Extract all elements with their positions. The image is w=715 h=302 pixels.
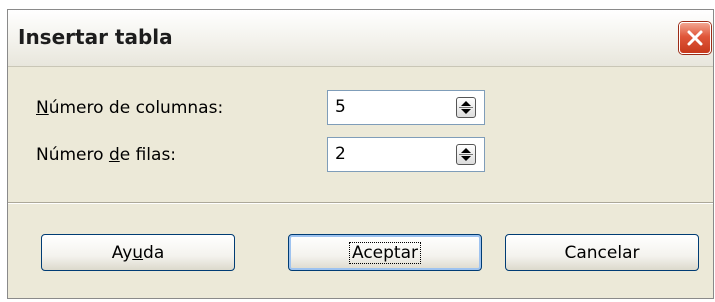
help-label-accel: u (132, 242, 144, 263)
close-button[interactable] (679, 22, 711, 54)
spin-arrows-icon (459, 148, 473, 161)
help-label-post: da (143, 242, 165, 263)
columns-label-accel: N (36, 98, 49, 118)
columns-label: Número de columnas: (36, 98, 223, 118)
help-button-label: Ayuda (112, 243, 165, 263)
rows-label-accel: d (108, 145, 120, 165)
rows-value[interactable]: 2 (335, 144, 346, 164)
columns-spin-buttons[interactable] (456, 97, 476, 118)
ok-button-label: Aceptar (349, 241, 421, 264)
ok-button[interactable]: Aceptar (288, 234, 482, 271)
separator (8, 202, 713, 204)
cancel-button-label: Cancelar (564, 242, 640, 263)
columns-label-post: úmero de columnas: (48, 98, 224, 118)
rows-spin-buttons[interactable] (456, 144, 476, 165)
insert-table-dialog: Insertar tabla Número de columnas: 5 Núm… (7, 9, 714, 299)
rows-label-post: e filas: (119, 145, 177, 165)
columns-spinner[interactable]: 5 (327, 90, 485, 125)
spin-arrows-icon (459, 101, 473, 114)
help-button[interactable]: Ayuda (41, 234, 235, 271)
rows-label-pre: Número (36, 145, 109, 165)
help-label-pre: Ay (111, 242, 133, 263)
title-bar[interactable]: Insertar tabla (8, 10, 713, 67)
rows-label: Número de filas: (36, 145, 176, 165)
close-icon (687, 30, 703, 46)
columns-value[interactable]: 5 (335, 97, 346, 117)
rows-spinner[interactable]: 2 (327, 137, 485, 172)
dialog-title: Insertar tabla (18, 25, 173, 49)
cancel-button[interactable]: Cancelar (505, 234, 699, 271)
